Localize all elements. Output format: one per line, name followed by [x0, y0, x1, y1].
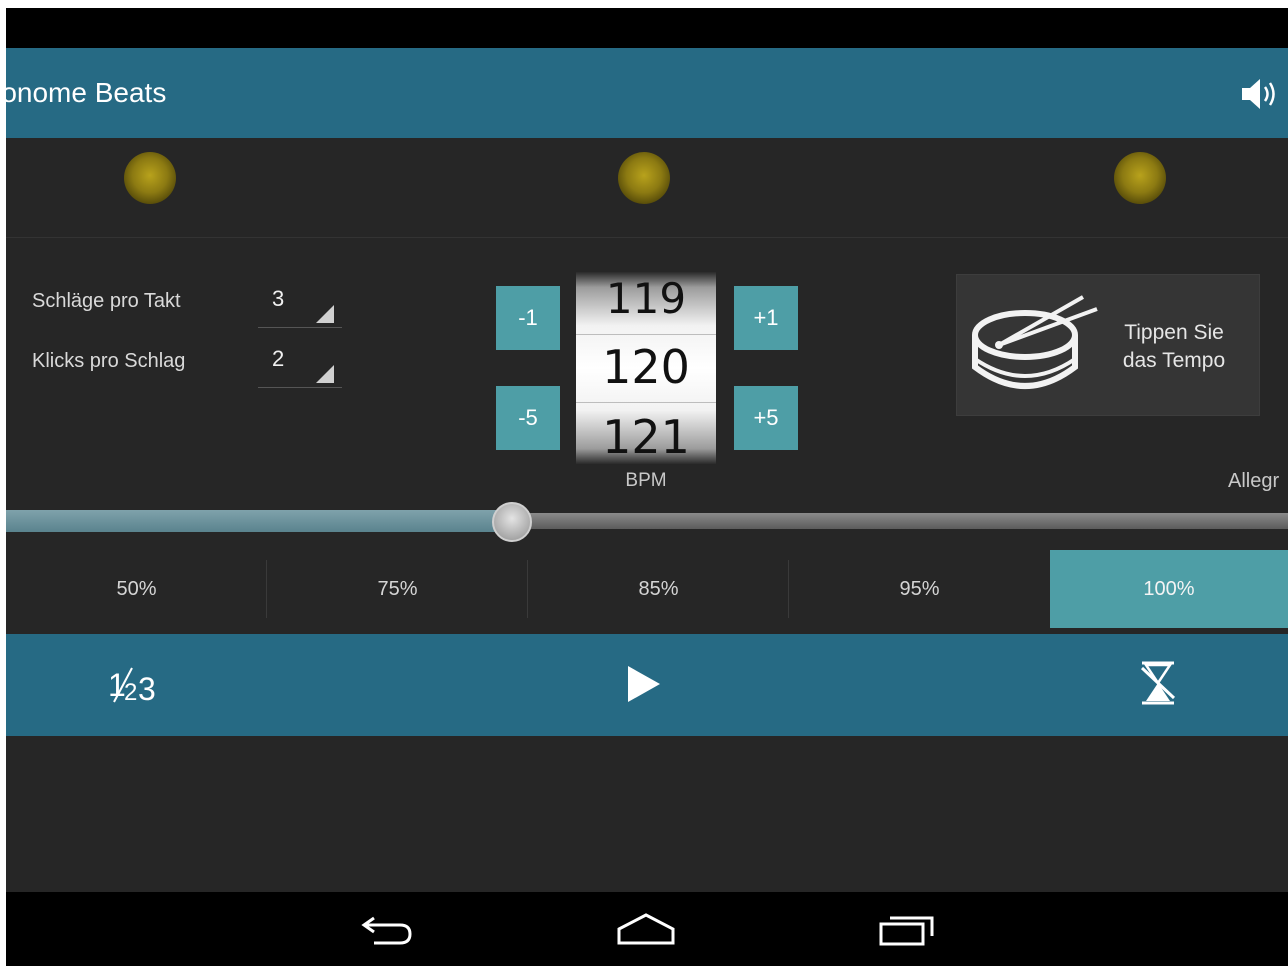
percent-divider — [527, 560, 528, 618]
beats-per-measure-value: 3 — [272, 286, 285, 311]
plus-one-button[interactable]: +1 — [734, 286, 798, 350]
tempo-name-label: Allegr — [1228, 470, 1280, 492]
svg-text:2: 2 — [124, 679, 137, 706]
clicks-per-beat-value: 2 — [272, 346, 285, 371]
play-icon[interactable] — [626, 664, 662, 704]
bpm-picker[interactable]: 119 120 121 — [576, 272, 716, 464]
percent-divider — [266, 560, 267, 618]
bpm-prev-value: 119 — [605, 274, 687, 323]
beat-light-3 — [1114, 152, 1166, 204]
svg-text:3: 3 — [138, 671, 156, 706]
minus-one-button[interactable]: -1 — [496, 286, 560, 350]
beat-light-2 — [618, 152, 670, 204]
percent-option-0[interactable]: 50% — [6, 550, 267, 628]
navigation-bar — [6, 892, 1288, 966]
bpm-current-value: 120 — [602, 340, 690, 394]
percent-option-2[interactable]: 85% — [528, 550, 789, 628]
action-bar: ronome Beats — [6, 48, 1288, 138]
percent-option-1[interactable]: 75% — [267, 550, 528, 628]
subdivision-icon[interactable]: 1 2 3 — [106, 662, 166, 706]
plus-five-button[interactable]: +5 — [734, 386, 798, 450]
bpm-unit-label: BPM — [625, 470, 667, 491]
spinner-arrow-icon — [316, 365, 334, 383]
bpm-divider — [576, 334, 716, 335]
beat-indicator-row — [6, 138, 1288, 238]
tempo-slider-track[interactable] — [512, 513, 1288, 529]
back-icon[interactable] — [360, 912, 414, 946]
status-bar — [6, 8, 1288, 48]
beat-light-1 — [124, 152, 176, 204]
beats-per-measure-label: Schläge pro Takt — [32, 290, 181, 312]
tap-tempo-label: Tippen Sie das Tempo — [1109, 319, 1239, 375]
screen: ronome Beats Schläge pro Takt 3 Klicks p… — [6, 8, 1288, 966]
app-title: ronome Beats — [6, 77, 167, 108]
home-icon[interactable] — [616, 912, 676, 946]
clicks-per-beat-label: Klicks pro Schlag — [32, 350, 186, 372]
timer-off-icon[interactable] — [1138, 660, 1178, 706]
percent-option-3[interactable]: 95% — [789, 550, 1050, 628]
clicks-per-beat-spinner[interactable]: 2 — [258, 344, 342, 388]
tempo-slider-thumb[interactable] — [492, 502, 532, 542]
drum-icon — [972, 295, 1098, 389]
recents-icon[interactable] — [878, 912, 936, 946]
tap-tempo-line-2: das Tempo — [1122, 349, 1226, 372]
tap-tempo-line-1: Tippen Sie — [1124, 321, 1224, 344]
tap-tempo-button[interactable]: Tippen Sie das Tempo — [956, 274, 1260, 416]
bpm-divider — [576, 402, 716, 403]
speaker-icon[interactable] — [1240, 76, 1282, 112]
percent-option-4[interactable]: 100% — [1050, 550, 1288, 628]
minus-five-button[interactable]: -5 — [496, 386, 560, 450]
tempo-percent-selector: 50% 75% 85% 95% 100% — [6, 550, 1288, 628]
percent-divider — [788, 560, 789, 618]
bottom-toolbar: 1 2 3 — [6, 634, 1288, 736]
spinner-arrow-icon — [316, 305, 334, 323]
tempo-slider-filled-track[interactable] — [6, 510, 512, 532]
beats-per-measure-spinner[interactable]: 3 — [258, 284, 342, 328]
bpm-next-value: 121 — [602, 410, 690, 464]
